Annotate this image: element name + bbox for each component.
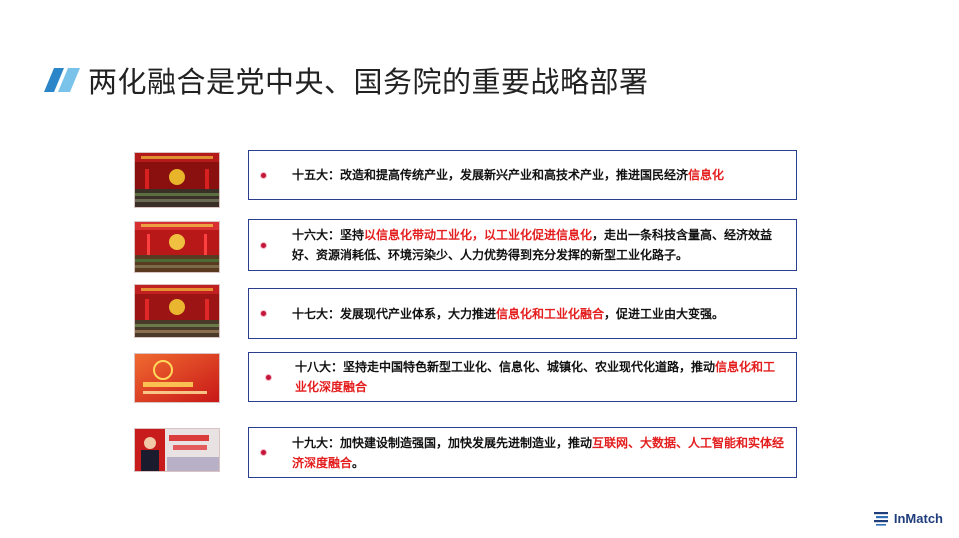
- list-item-text: 十五大：改造和提高传统产业，发展新兴产业和高技术产业，推进国民经济信息化: [292, 165, 724, 185]
- congress-16-image: [134, 221, 220, 273]
- slide-title-bar: 两化融合是党中央、国务院的重要战略部署: [44, 58, 649, 102]
- bullet-icon: [261, 172, 266, 178]
- text-segment: 十九大：加快建设制造强国，加快发展先进制造业，推动: [292, 435, 593, 450]
- highlight-text: 信息化: [688, 168, 725, 182]
- inmatch-logo-icon: [873, 512, 888, 526]
- text-segment: 十五大：改造和提高传统产业，发展新兴产业和高技术产业，推进国民经济: [292, 168, 689, 182]
- text-segment: 。: [352, 455, 365, 470]
- list-item: 十六大：坚持以信息化带动工业化，以工业化促进信息化，走出一条科技含量高、经济效益…: [248, 219, 797, 271]
- bullet-icon: [261, 311, 266, 316]
- congress-18-image: [134, 353, 220, 403]
- congress-17-image: [134, 284, 220, 338]
- text-segment: 十六大：坚持: [292, 228, 365, 242]
- title-slash-icon: [44, 68, 80, 92]
- text-segment: 十七大：发展现代产业体系，大力推进: [292, 306, 497, 321]
- page-title: 两化融合是党中央、国务院的重要战略部署: [88, 65, 649, 99]
- list-item-text: 十九大：加快建设制造强国，加快发展先进制造业，推动互联网、大数据、人工智能和实体…: [292, 433, 786, 473]
- bullet-icon: [266, 374, 271, 380]
- logo-text: InMatch: [893, 510, 943, 526]
- list-item: 十五大：改造和提高传统产业，发展新兴产业和高技术产业，推进国民经济信息化: [248, 150, 797, 200]
- list-item-text: 十八大：坚持走中国特色新型工业化、信息化、城镇化、农业现代化道路，推动信息化和工…: [295, 357, 786, 397]
- text-segment: ，促进工业由大变强。: [604, 306, 725, 321]
- bullet-icon: [261, 450, 266, 455]
- list-item: 十九大：加快建设制造强国，加快发展先进制造业，推动互联网、大数据、人工智能和实体…: [248, 427, 797, 478]
- inmatch-logo: InMatch: [873, 510, 943, 526]
- bullet-icon: [261, 242, 266, 248]
- list-item-text: 十七大：发展现代产业体系，大力推进信息化和工业化融合，促进工业由大变强。: [292, 304, 724, 324]
- congress-15-image: [134, 152, 220, 208]
- list-item: 十八大：坚持走中国特色新型工业化、信息化、城镇化、农业现代化道路，推动信息化和工…: [248, 352, 797, 402]
- highlight-text: 以信息化带动工业化，以工业化促进信息化: [364, 228, 593, 242]
- list-item: 十七大：发展现代产业体系，大力推进信息化和工业化融合，促进工业由大变强。: [248, 288, 797, 339]
- highlight-text: 信息化和工业化融合: [496, 306, 605, 321]
- text-segment: 十八大：坚持走中国特色新型工业化、信息化、城镇化、农业现代化道路，推动: [295, 360, 716, 374]
- congress-19-image: [134, 428, 220, 472]
- list-item-text: 十六大：坚持以信息化带动工业化，以工业化促进信息化，走出一条科技含量高、经济效益…: [292, 225, 786, 265]
